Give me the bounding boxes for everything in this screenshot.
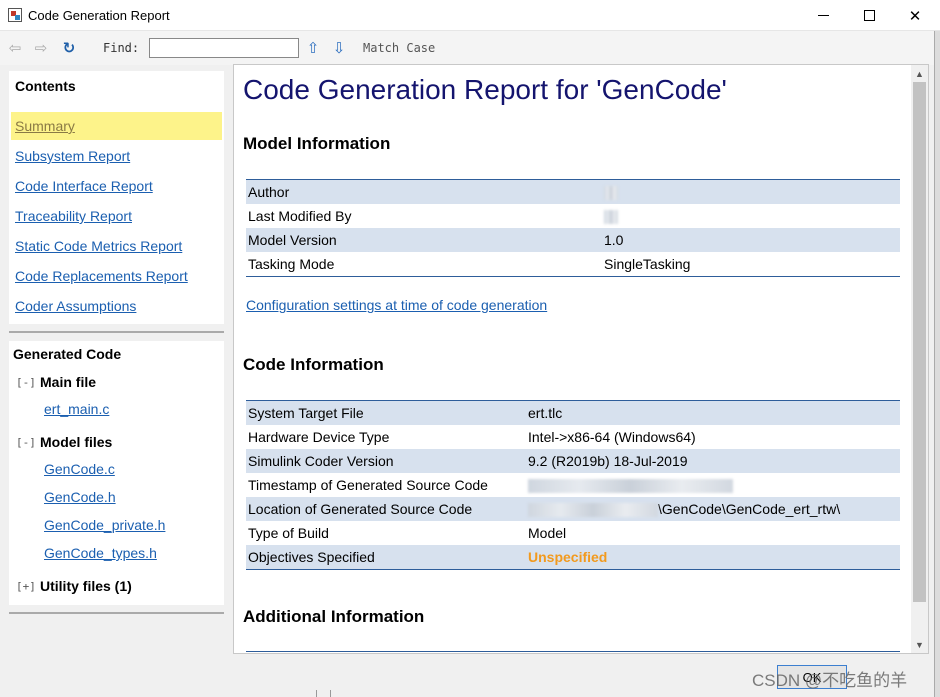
row-value: Model: [528, 525, 567, 541]
row-value: SingleTasking: [604, 256, 691, 272]
report-panel: Code Generation Report for 'GenCode' Mod…: [233, 64, 929, 654]
toolbar: ⇦ ⇨ ↻ Find: ⇧ ⇩ Match Case: [0, 31, 934, 65]
minimize-icon: [817, 15, 829, 16]
redacted-value: [604, 186, 618, 201]
table-row: Model Version 1.0: [246, 228, 900, 252]
match-case-toggle[interactable]: Match Case: [363, 41, 435, 55]
find-input[interactable]: [149, 38, 299, 58]
nav-code-interface-report[interactable]: Code Interface Report: [15, 178, 153, 194]
back-arrow-icon[interactable]: ⇦: [6, 39, 24, 57]
generated-code-title: Generated Code: [13, 346, 122, 362]
code-info-table: System Target File ert.tlc Hardware Devi…: [246, 400, 900, 570]
app-icon: [8, 8, 22, 22]
nav-static-code-metrics-report[interactable]: Static Code Metrics Report: [15, 238, 182, 254]
row-value: Intel->x86-64 (Windows64): [528, 429, 696, 445]
table-row: Author: [246, 180, 900, 204]
generated-code-panel: Generated Code [-] Main file ert_main.c …: [9, 341, 224, 605]
nav-summary[interactable]: Summary: [15, 118, 75, 134]
close-button[interactable]: ✕: [892, 0, 938, 31]
forward-arrow-icon[interactable]: ⇨: [32, 39, 50, 57]
row-value: 1.0: [604, 232, 624, 248]
table-row: Tasking Mode SingleTasking: [246, 252, 900, 276]
nav-coder-assumptions[interactable]: Coder Assumptions: [15, 298, 136, 314]
find-up-icon[interactable]: ⇧: [304, 39, 322, 57]
nav-subsystem-report[interactable]: Subsystem Report: [15, 148, 130, 164]
model-files-toggle[interactable]: [-]: [16, 436, 36, 449]
scroll-down-icon[interactable]: ▼: [911, 636, 928, 653]
row-key: Simulink Coder Version: [248, 453, 394, 469]
table-row: Type of Build Model: [246, 521, 900, 545]
table-row: System Target File ert.tlc: [246, 401, 900, 425]
model-files-heading: Model files: [40, 434, 113, 450]
nav-code-replacements-report[interactable]: Code Replacements Report: [15, 268, 188, 284]
table-row: Objectives Specified Unspecified: [246, 545, 900, 569]
row-key: Tasking Mode: [248, 256, 335, 272]
utility-files-toggle[interactable]: [+]: [16, 580, 36, 593]
redacted-value: [604, 210, 618, 225]
table-row: Timestamp of Generated Source Code: [246, 473, 900, 497]
row-key: Model Version: [248, 232, 337, 248]
row-value: [604, 184, 618, 201]
find-label: Find:: [103, 41, 140, 55]
table-row: Hardware Device Type Intel->x86-64 (Wind…: [246, 425, 900, 449]
maximize-button[interactable]: [846, 0, 892, 31]
minimize-button[interactable]: [800, 0, 846, 31]
file-link-gencode-c[interactable]: GenCode.c: [44, 461, 115, 477]
table-row: Simulink Coder Version 9.2 (R2019b) 18-J…: [246, 449, 900, 473]
redacted-value: [528, 503, 658, 518]
main-file-heading: Main file: [40, 374, 97, 390]
row-key: Objectives Specified: [248, 549, 375, 565]
row-key: Timestamp of Generated Source Code: [248, 477, 488, 493]
row-value: [528, 477, 733, 494]
file-link-gencode-types-h[interactable]: GenCode_types.h: [44, 545, 157, 561]
row-key: Location of Generated Source Code: [248, 501, 473, 517]
close-icon: ✕: [908, 7, 922, 25]
report-title: Code Generation Report for 'GenCode': [243, 74, 727, 105]
window-title: Code Generation Report: [28, 8, 170, 23]
row-value: ert.tlc: [528, 405, 563, 421]
row-value: 9.2 (R2019b) 18-Jul-2019: [528, 453, 688, 469]
bottom-tick: [330, 690, 331, 697]
additional-info-heading: Additional Information: [243, 607, 425, 626]
contents-panel: Contents Summary Subsystem Report Code I…: [9, 71, 224, 324]
objectives-value: Unspecified: [528, 549, 608, 565]
row-key: Last Modified By: [248, 208, 352, 224]
refresh-icon[interactable]: ↻: [60, 39, 78, 57]
table-row: Location of Generated Source Code \GenCo…: [246, 497, 900, 521]
title-bar: Code Generation Report ✕: [0, 0, 940, 31]
section-rule: [246, 651, 900, 652]
model-info-table: Author Last Modified By Model Version 1.…: [246, 179, 900, 277]
main-file-toggle[interactable]: [-]: [16, 376, 36, 389]
row-key: Hardware Device Type: [248, 429, 390, 445]
row-key: Author: [248, 184, 290, 200]
file-link-gencode-h[interactable]: GenCode.h: [44, 489, 116, 505]
bottom-tick: [316, 690, 317, 697]
window-edge: [934, 31, 940, 697]
contents-title: Contents: [15, 78, 76, 94]
nav-traceability-report[interactable]: Traceability Report: [15, 208, 132, 224]
config-settings-link[interactable]: Configuration settings at time of code g…: [246, 297, 547, 313]
panel-divider[interactable]: [9, 331, 224, 333]
model-info-heading: Model Information: [243, 134, 391, 153]
maximize-icon: [863, 10, 875, 21]
scroll-up-icon[interactable]: ▲: [911, 65, 928, 82]
table-row: Last Modified By: [246, 204, 900, 228]
location-path: \GenCode\GenCode_ert_rtw\: [658, 500, 841, 517]
panel-divider-bottom: [9, 612, 224, 614]
file-link-ert-main-c[interactable]: ert_main.c: [44, 401, 109, 417]
row-key: System Target File: [248, 405, 364, 421]
utility-files-heading: Utility files (1): [40, 578, 132, 594]
scrollbar-thumb[interactable]: [913, 82, 926, 602]
row-value: [604, 208, 618, 225]
row-key: Type of Build: [248, 525, 329, 541]
watermark: CSDN @不吃鱼的羊: [752, 671, 908, 690]
find-down-icon[interactable]: ⇩: [330, 39, 348, 57]
file-link-gencode-private-h[interactable]: GenCode_private.h: [44, 517, 165, 533]
vertical-scrollbar[interactable]: ▲ ▼: [911, 65, 928, 653]
code-info-heading: Code Information: [243, 355, 384, 374]
redacted-value: [528, 479, 733, 494]
row-value: \GenCode\GenCode_ert_rtw\: [528, 500, 841, 518]
